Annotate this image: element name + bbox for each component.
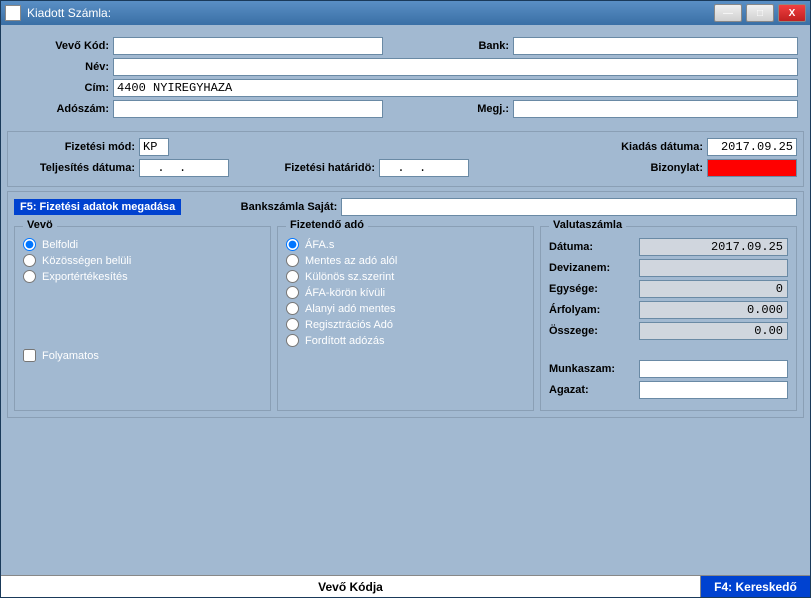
banksz-input[interactable]	[341, 198, 797, 216]
valuta-arfolyam-label: Árfolyam:	[549, 304, 639, 316]
fizmod-input[interactable]	[139, 138, 169, 156]
maximize-icon: □	[757, 8, 763, 19]
vevo-chk-label: Folyamatos	[42, 350, 99, 362]
vevo-title: Vevö	[23, 219, 57, 231]
vevo-chk-folyamatos[interactable]: Folyamatos	[23, 349, 262, 362]
window-title: Kiadott Számla:	[27, 6, 714, 20]
valuta-datuma-input[interactable]	[639, 238, 788, 256]
ado-r4-label: ÁFA-körön kívüli	[305, 287, 385, 299]
ado-radio-mentes[interactable]: Mentes az adó alól	[286, 254, 525, 267]
fizmod-label: Fizetési mód:	[14, 141, 139, 153]
telj-input[interactable]	[139, 159, 229, 177]
valuta-egyseg-label: Egysége:	[549, 283, 639, 295]
valuta-arfolyam-input[interactable]	[639, 301, 788, 319]
telj-label: Teljesítés dátuma:	[14, 162, 139, 174]
megj-label: Megj.:	[383, 103, 513, 115]
titlebar[interactable]: Kiadott Számla: — □ X	[1, 1, 810, 25]
ado-r7-label: Fordított adózás	[305, 335, 385, 347]
nev-input[interactable]	[113, 58, 798, 76]
status-left: Vevő Kódja	[1, 580, 700, 594]
ado-title: Fizetendő adó	[286, 219, 368, 231]
vevo-radio-export[interactable]: Exportértékesítés	[23, 270, 262, 283]
valuta-deviza-input[interactable]	[639, 259, 788, 277]
valuta-egyseg-input[interactable]	[639, 280, 788, 298]
valuta-datuma-label: Dátuma:	[549, 241, 639, 253]
fizhat-input[interactable]	[379, 159, 469, 177]
valuta-munka-input[interactable]	[639, 360, 788, 378]
content-area: Vevő Kód: Bank: Név: Cím: Adószám: Megj.…	[1, 25, 810, 575]
megj-input[interactable]	[513, 100, 798, 118]
banksz-label: Bankszámla Saját:	[181, 201, 341, 213]
close-icon: X	[789, 8, 796, 19]
valuta-agazat-label: Agazat:	[549, 384, 639, 396]
maximize-button[interactable]: □	[746, 4, 774, 22]
bank-input[interactable]	[513, 37, 798, 55]
valuta-agazat-input[interactable]	[639, 381, 788, 399]
vevokod-label: Vevő Kód:	[13, 40, 113, 52]
vevokod-input[interactable]	[113, 37, 383, 55]
ado-r5-label: Alanyi adó mentes	[305, 303, 396, 315]
kiadas-label: Kiadás dátuma:	[597, 141, 707, 153]
ado-r3-label: Különös sz.szerint	[305, 271, 394, 283]
nev-label: Név:	[13, 61, 113, 73]
ado-radio-kulonos[interactable]: Különös sz.szerint	[286, 270, 525, 283]
minimize-icon: —	[723, 8, 733, 19]
ado-group: Fizetendő adó ÁFA.s Mentes az adó alól K…	[277, 226, 534, 411]
status-right-f4[interactable]: F4: Kereskedő	[700, 576, 810, 597]
ado-r1-label: ÁFA.s	[305, 239, 334, 251]
bizonylat-input[interactable]	[707, 159, 797, 177]
valuta-osszeg-label: Összege:	[549, 325, 639, 337]
f5-highlight[interactable]: F5: Fizetési adatok megadása	[14, 199, 181, 215]
payment-panel: Fizetési mód: Kiadás dátuma: Teljesítés …	[7, 131, 804, 187]
vevo-r1-label: Belfoldi	[42, 239, 78, 251]
details-panel: F5: Fizetési adatok megadása Bankszámla …	[7, 191, 804, 418]
vevo-group: Vevö Belfoldi Közösségen belüli Exportér…	[14, 226, 271, 411]
valuta-munka-label: Munkaszam:	[549, 363, 639, 375]
ado-r2-label: Mentes az adó alól	[305, 255, 397, 267]
app-icon	[5, 5, 21, 21]
statusbar: Vevő Kódja F4: Kereskedő	[1, 575, 810, 597]
vevo-radio-kozossegen[interactable]: Közösségen belüli	[23, 254, 262, 267]
kiadas-input[interactable]	[707, 138, 797, 156]
valuta-group: Valutaszámla Dátuma: Devizanem: Egysége:…	[540, 226, 797, 411]
window: Kiadott Számla: — □ X Vevő Kód: Bank: Né…	[0, 0, 811, 598]
ado-r6-label: Regisztrációs Adó	[305, 319, 393, 331]
cim-label: Cím:	[13, 82, 113, 94]
valuta-deviza-label: Devizanem:	[549, 262, 639, 274]
bizonylat-label: Bizonylat:	[627, 162, 707, 174]
ado-radio-regisztracios[interactable]: Regisztrációs Adó	[286, 318, 525, 331]
bank-label: Bank:	[383, 40, 513, 52]
close-button[interactable]: X	[778, 4, 806, 22]
vevo-r2-label: Közösségen belüli	[42, 255, 131, 267]
adoszam-input[interactable]	[113, 100, 383, 118]
header-panel: Vevő Kód: Bank: Név: Cím: Adószám: Megj.…	[7, 31, 804, 127]
window-buttons: — □ X	[714, 4, 806, 22]
ado-radio-afas[interactable]: ÁFA.s	[286, 238, 525, 251]
adoszam-label: Adószám:	[13, 103, 113, 115]
fizhat-label: Fizetési határidö:	[229, 162, 379, 174]
ado-radio-afakoron[interactable]: ÁFA-körön kívüli	[286, 286, 525, 299]
ado-radio-forditott[interactable]: Fordított adózás	[286, 334, 525, 347]
cim-input[interactable]	[113, 79, 798, 97]
ado-radio-alanyi[interactable]: Alanyi adó mentes	[286, 302, 525, 315]
vevo-radio-belfoldi[interactable]: Belfoldi	[23, 238, 262, 251]
valuta-osszeg-input[interactable]	[639, 322, 788, 340]
minimize-button[interactable]: —	[714, 4, 742, 22]
vevo-r3-label: Exportértékesítés	[42, 271, 128, 283]
valuta-title: Valutaszámla	[549, 219, 626, 231]
